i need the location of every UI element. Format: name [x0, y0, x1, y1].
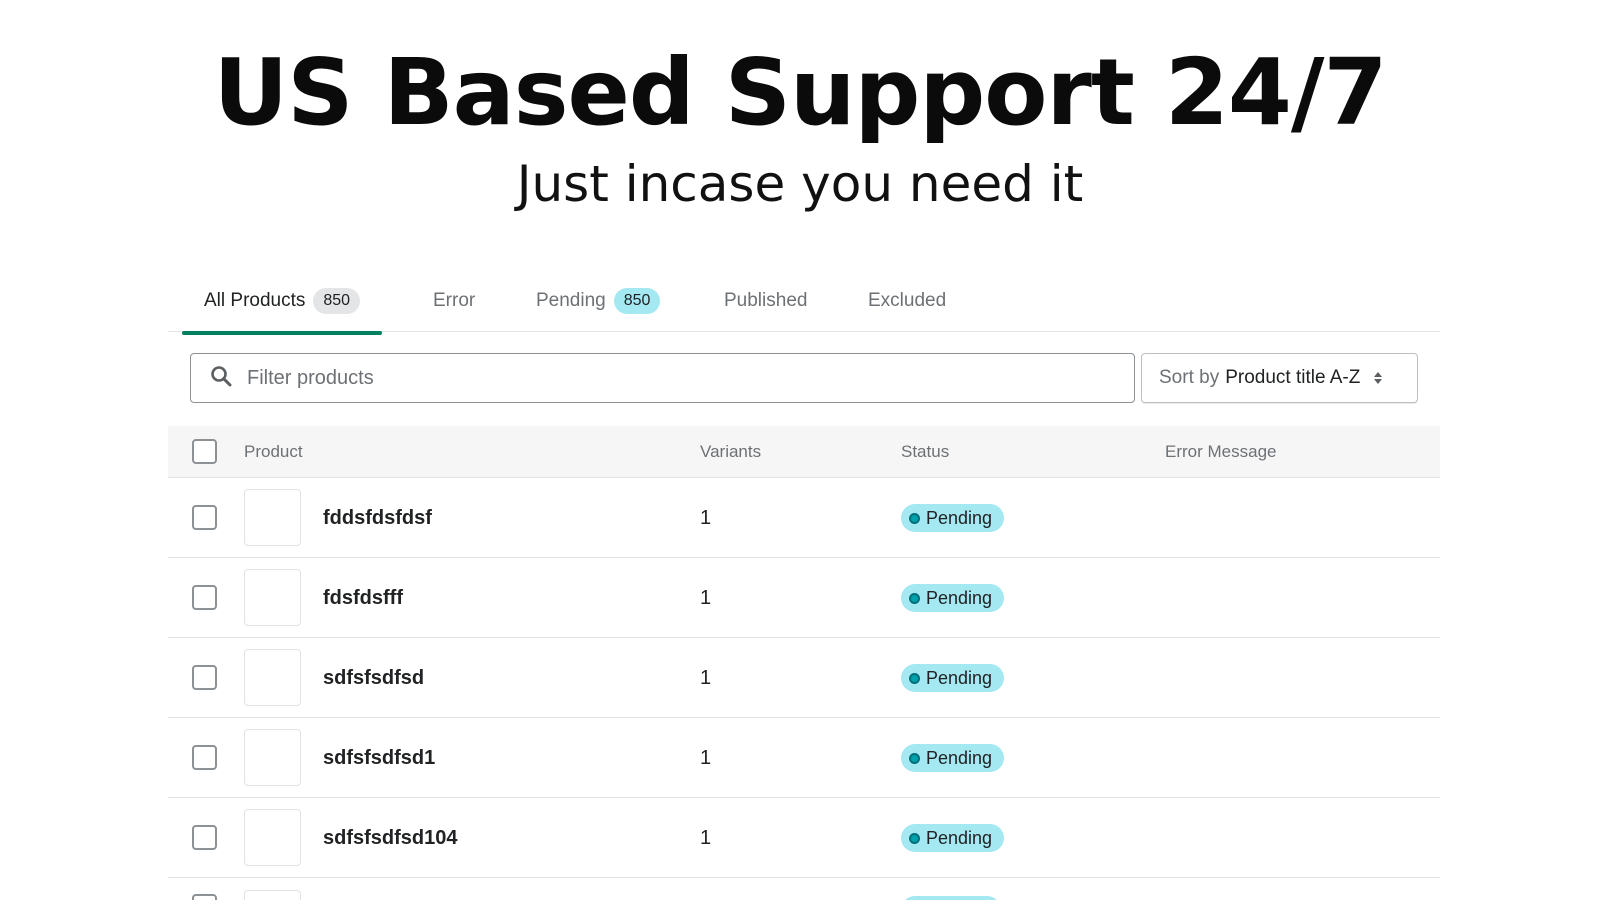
count-badge: 850 — [313, 288, 361, 314]
variant-count: 1 — [700, 827, 712, 849]
table-row-partial — [168, 878, 1440, 900]
active-tab-indicator — [182, 331, 383, 335]
select-arrows-icon — [1374, 372, 1383, 384]
sort-label: Sort by — [1159, 367, 1220, 388]
status-label: Pending — [926, 507, 993, 528]
column-header-status[interactable]: Status — [901, 426, 949, 478]
status-badge — [901, 896, 1001, 900]
column-header-product[interactable]: Product — [244, 426, 303, 478]
column-header-error-message[interactable]: Error Message — [1165, 426, 1276, 478]
product-name[interactable]: fddsfdsfdsf — [323, 478, 432, 558]
status-label: Pending — [926, 827, 993, 848]
table-row[interactable]: fddsfdsfdsf 1 Pending — [168, 478, 1440, 558]
product-thumbnail — [244, 649, 301, 706]
sort-value: Product title A-Z — [1225, 367, 1361, 388]
product-name[interactable]: sdfsfsdfsd1 — [323, 718, 435, 798]
row-checkbox[interactable] — [192, 745, 217, 770]
tab-label: All Products — [204, 290, 306, 311]
row-checkbox[interactable] — [192, 665, 217, 690]
product-thumbnail — [244, 809, 301, 866]
row-checkbox[interactable] — [192, 894, 217, 900]
table-row[interactable]: sdfsfsdfsd1 1 Pending — [168, 718, 1440, 798]
product-thumbnail — [244, 569, 301, 626]
status-dot-icon — [909, 672, 920, 684]
product-thumbnail — [244, 729, 301, 786]
status-dot-icon — [909, 832, 920, 844]
status-badge: Pending — [901, 744, 1005, 772]
table-row[interactable]: fdsfdsfff 1 Pending — [168, 558, 1440, 638]
tab-error[interactable]: Error — [433, 270, 475, 332]
hero-title: US Based Support 24/7 — [213, 39, 1388, 146]
select-all-checkbox[interactable] — [192, 439, 217, 464]
product-thumbnail — [244, 890, 301, 900]
filter-input[interactable] — [247, 366, 1107, 390]
count-badge: 850 — [613, 288, 661, 314]
status-badge: Pending — [901, 584, 1005, 612]
row-checkbox[interactable] — [192, 585, 217, 610]
tab-pending[interactable]: Pending 850 — [536, 270, 661, 332]
filter-field[interactable] — [190, 353, 1135, 403]
row-checkbox[interactable] — [192, 505, 217, 530]
table-row[interactable]: sdfsfsdfsd104 1 Pending — [168, 798, 1440, 878]
hero-subtitle: Just incase you need it — [516, 155, 1084, 213]
product-name[interactable]: sdfsfsdfsd — [323, 638, 424, 718]
status-label: Pending — [926, 587, 993, 608]
product-name[interactable]: fdsfdsfff — [323, 558, 403, 638]
status-badge: Pending — [901, 824, 1005, 852]
tab-published[interactable]: Published — [724, 270, 807, 332]
column-header-variants[interactable]: Variants — [700, 426, 761, 478]
table-header: Product Variants Status Error Message — [168, 426, 1440, 478]
product-name[interactable]: sdfsfsdfsd104 — [323, 798, 458, 878]
row-checkbox[interactable] — [192, 825, 217, 850]
status-label: Pending — [926, 667, 993, 688]
product-thumbnail — [244, 489, 301, 546]
status-badge: Pending — [901, 664, 1005, 692]
variant-count: 1 — [700, 747, 712, 769]
variant-count: 1 — [700, 507, 712, 529]
tab-all-products[interactable]: All Products 850 — [182, 270, 383, 335]
status-badge: Pending — [901, 504, 1005, 532]
tab-excluded[interactable]: Excluded — [868, 270, 946, 332]
variant-count: 1 — [700, 667, 712, 689]
tab-label: Pending — [536, 290, 606, 311]
tab-label: Excluded — [868, 290, 947, 311]
tab-bar: All Products 850 Error Pending 850 Publi… — [168, 270, 1440, 335]
table-row[interactable]: sdfsfsdfsd 1 Pending — [168, 638, 1440, 718]
status-dot-icon — [909, 512, 920, 524]
search-icon — [209, 364, 233, 393]
status-label: Pending — [926, 747, 993, 768]
status-dot-icon — [909, 752, 920, 764]
status-dot-icon — [909, 592, 920, 604]
tab-label: Error — [433, 290, 476, 311]
sort-select[interactable]: Sort by Product title A-Z — [1141, 353, 1418, 403]
tab-label: Published — [724, 290, 808, 311]
variant-count: 1 — [700, 587, 712, 609]
